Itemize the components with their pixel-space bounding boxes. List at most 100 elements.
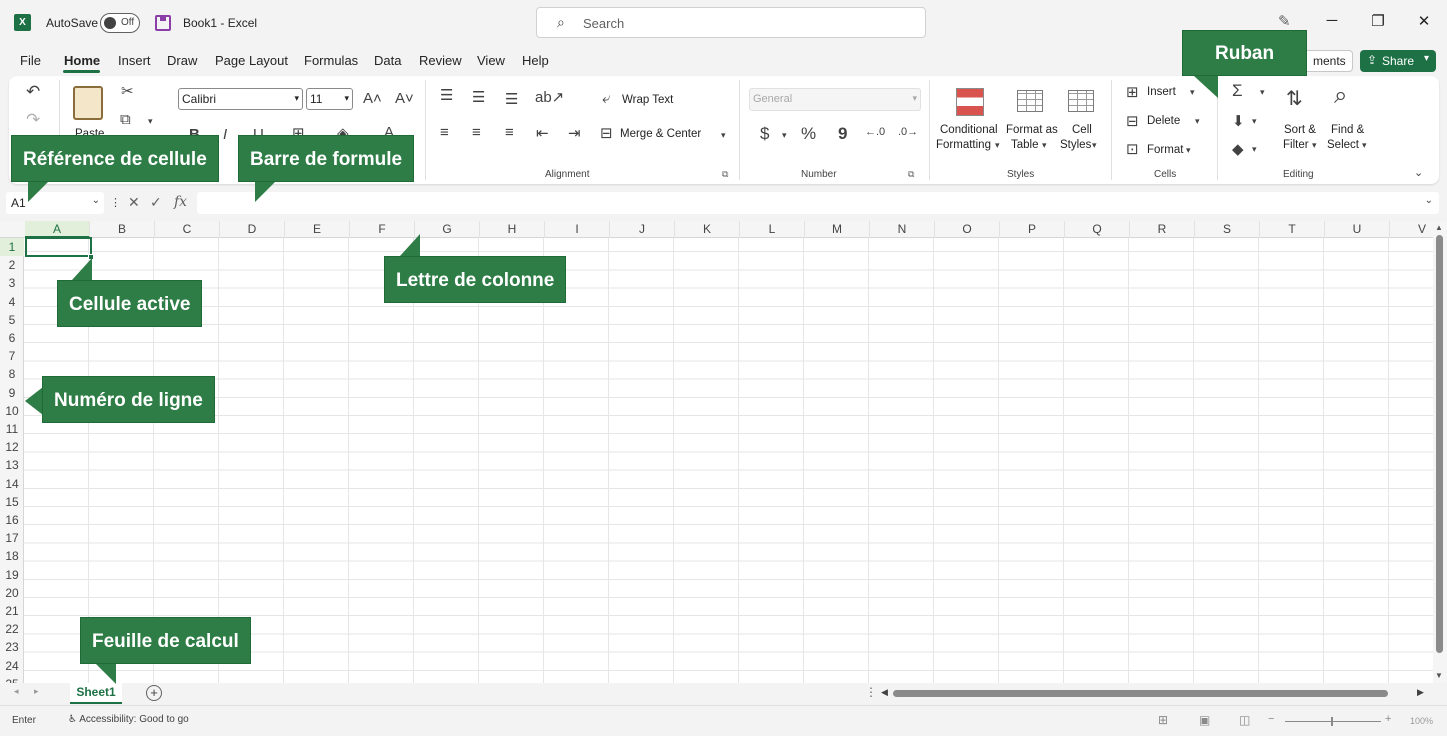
undo-icon[interactable]: ↶ xyxy=(26,82,40,102)
search-input[interactable]: ⌕ Search xyxy=(536,7,926,38)
format-as-table-icon[interactable] xyxy=(1017,90,1043,112)
normal-view-icon[interactable]: ⊞ xyxy=(1158,713,1168,727)
row-header-5[interactable]: 5 xyxy=(0,311,24,329)
chevron-down-icon[interactable]: ▾ xyxy=(1252,116,1257,127)
scroll-up-icon[interactable]: ▲ xyxy=(1435,223,1443,232)
insert-cells-icon[interactable]: ⊞ xyxy=(1126,83,1139,101)
italic-icon[interactable]: I xyxy=(223,126,227,143)
percent-icon[interactable]: % xyxy=(801,124,816,144)
row-header-21[interactable]: 21 xyxy=(0,602,24,620)
cell-styles-label-1[interactable]: Cell xyxy=(1072,124,1092,136)
column-header-b[interactable]: B xyxy=(90,221,155,238)
next-sheet-icon[interactable]: ▸ xyxy=(34,686,39,697)
column-header-a[interactable]: A xyxy=(25,221,90,238)
find-select-label-1[interactable]: Find & xyxy=(1331,124,1364,136)
decrease-indent-icon[interactable]: ⇤ xyxy=(536,124,549,142)
column-header-u[interactable]: U xyxy=(1325,221,1390,238)
row-header-9[interactable]: 9 xyxy=(0,384,24,402)
paste-icon[interactable] xyxy=(73,86,103,120)
vertical-scroll-thumb[interactable] xyxy=(1436,235,1443,653)
prev-sheet-icon[interactable]: ◂ xyxy=(14,686,19,697)
row-header-2[interactable]: 2 xyxy=(0,256,24,274)
column-header-i[interactable]: I xyxy=(545,221,610,238)
close-icon[interactable]: ✕ xyxy=(1414,12,1434,30)
wrap-text-icon[interactable]: ⤶ xyxy=(602,90,610,107)
collapse-ribbon-icon[interactable]: ⌄ xyxy=(1414,166,1423,179)
save-icon[interactable] xyxy=(155,15,171,31)
row-header-17[interactable]: 17 xyxy=(0,529,24,547)
chevron-down-icon[interactable]: ▾ xyxy=(1252,144,1257,155)
chevron-down-icon[interactable]: ▾ xyxy=(1186,145,1191,156)
align-center-icon[interactable]: ≡ xyxy=(472,124,481,141)
chevron-down-icon[interactable]: ▾ xyxy=(148,116,153,127)
column-header-d[interactable]: D xyxy=(220,221,285,238)
column-header-m[interactable]: M xyxy=(805,221,870,238)
scroll-left-icon[interactable]: ◀ xyxy=(881,687,888,698)
row-header-12[interactable]: 12 xyxy=(0,438,24,456)
orientation-icon[interactable]: ab↗ xyxy=(535,88,564,106)
column-header-o[interactable]: O xyxy=(935,221,1000,238)
increase-font-icon[interactable]: A˄ xyxy=(363,90,382,107)
pen-icon[interactable]: ✎ xyxy=(1278,12,1291,30)
increase-indent-icon[interactable]: ⇥ xyxy=(568,124,581,142)
column-header-l[interactable]: L xyxy=(740,221,805,238)
column-header-s[interactable]: S xyxy=(1195,221,1260,238)
tab-view[interactable]: View xyxy=(477,53,505,68)
chevron-down-icon[interactable]: ▾ xyxy=(1195,116,1200,127)
font-size-select[interactable]: 11 ▾ xyxy=(306,88,353,110)
minimize-icon[interactable]: ─ xyxy=(1322,12,1342,29)
autosave-toggle[interactable]: Off xyxy=(100,13,140,33)
more-options-icon[interactable]: ⋮ xyxy=(865,685,877,699)
row-header-13[interactable]: 13 xyxy=(0,456,24,474)
active-cell[interactable] xyxy=(25,237,92,257)
column-header-q[interactable]: Q xyxy=(1065,221,1130,238)
zoom-level[interactable]: 100% xyxy=(1410,716,1433,726)
zoom-in-icon[interactable]: + xyxy=(1385,713,1391,725)
column-header-v[interactable]: V xyxy=(1390,221,1433,238)
currency-icon[interactable]: $ xyxy=(760,124,769,144)
decrease-font-icon[interactable]: A˅ xyxy=(395,90,414,107)
page-layout-view-icon[interactable]: ▣ xyxy=(1199,713,1210,727)
sort-filter-icon[interactable]: ⇅ xyxy=(1286,86,1303,111)
horizontal-scroll-thumb[interactable] xyxy=(893,690,1388,697)
row-header-15[interactable]: 15 xyxy=(0,493,24,511)
wrap-text-button[interactable]: Wrap Text xyxy=(622,94,673,106)
row-header-10[interactable]: 10 xyxy=(0,402,24,420)
redo-icon[interactable]: ↷ xyxy=(26,110,40,130)
row-header-23[interactable]: 23 xyxy=(0,638,24,656)
column-header-n[interactable]: N xyxy=(870,221,935,238)
number-launcher-icon[interactable]: ⧉ xyxy=(908,169,914,180)
align-right-icon[interactable]: ≡ xyxy=(505,124,514,141)
worksheet-grid[interactable]: ABCDEFGHIJKLMNOPQRSTUV 1 2 3 4 5 6 7 8 9 10 11 12 13… xyxy=(0,221,1433,683)
row-header-1[interactable]: 1 xyxy=(0,238,24,257)
row-header-19[interactable]: 19 xyxy=(0,566,24,584)
scroll-down-icon[interactable]: ▼ xyxy=(1435,671,1443,680)
merge-center-icon[interactable]: ⊟ xyxy=(600,124,613,142)
tab-home[interactable]: Home xyxy=(64,53,100,68)
fill-icon[interactable]: ⬇ xyxy=(1232,112,1245,130)
autosum-icon[interactable]: Σ xyxy=(1232,81,1243,101)
column-header-k[interactable]: K xyxy=(675,221,740,238)
align-middle-icon[interactable]: ☰ xyxy=(472,88,485,106)
number-format-select[interactable]: General ▾ xyxy=(749,88,921,111)
copy-icon[interactable]: ⧉ xyxy=(120,111,131,128)
row-header-25[interactable]: 25 xyxy=(0,675,24,683)
horizontal-scrollbar[interactable]: ◀ ▶ xyxy=(880,687,1428,701)
tab-formulas[interactable]: Formulas xyxy=(304,53,358,68)
confirm-entry-icon[interactable]: ✓ xyxy=(150,194,162,211)
scroll-right-icon[interactable]: ▶ xyxy=(1417,687,1424,698)
tab-page-layout[interactable]: Page Layout xyxy=(215,53,288,68)
column-header-e[interactable]: E xyxy=(285,221,350,238)
row-header-24[interactable]: 24 xyxy=(0,657,24,675)
row-header-18[interactable]: 18 xyxy=(0,547,24,565)
tab-draw[interactable]: Draw xyxy=(167,53,197,68)
comma-style-icon[interactable]: 9 xyxy=(838,124,847,144)
align-left-icon[interactable]: ≡ xyxy=(440,124,449,141)
find-icon[interactable]: ⌕ xyxy=(1334,82,1347,110)
tab-insert[interactable]: Insert xyxy=(118,53,151,68)
page-break-view-icon[interactable]: ◫ xyxy=(1239,713,1250,727)
more-options-icon[interactable]: ⋮ xyxy=(110,196,121,209)
zoom-slider-thumb[interactable] xyxy=(1331,717,1333,726)
clear-icon[interactable]: ◆ xyxy=(1232,140,1244,158)
zoom-out-icon[interactable]: − xyxy=(1268,713,1274,725)
